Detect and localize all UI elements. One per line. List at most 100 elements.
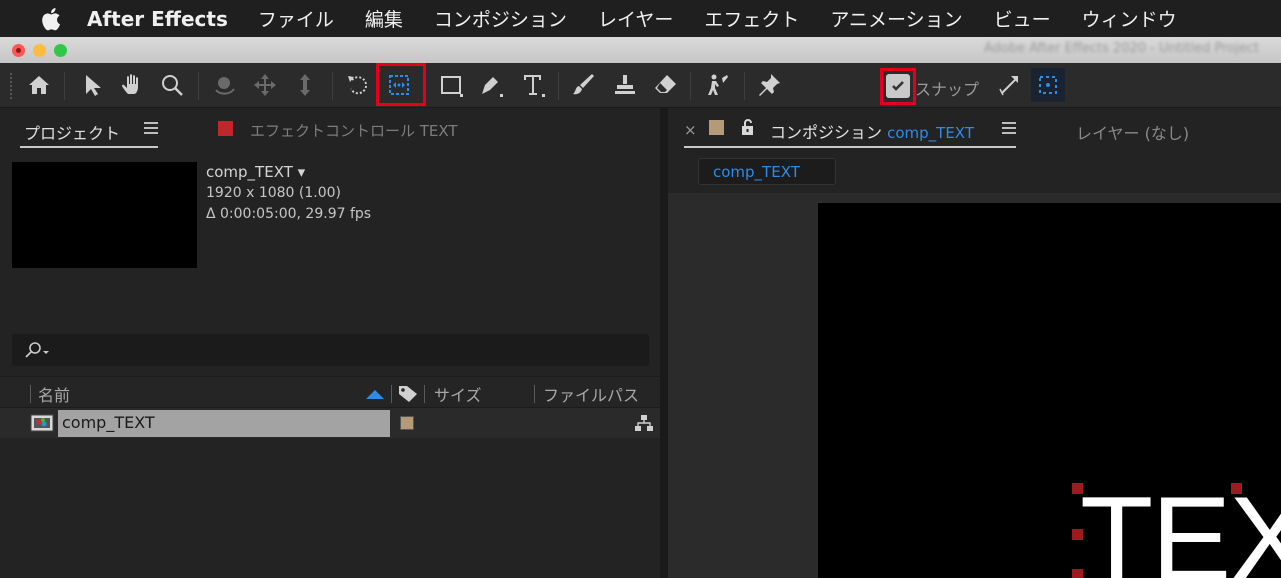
toolbar-divider	[332, 72, 333, 100]
tab-layer[interactable]: レイヤー (なし)	[1076, 120, 1189, 144]
toolbar-divider	[198, 72, 199, 100]
comp-panel-menu-icon[interactable]	[1002, 122, 1016, 134]
arrow-pointer-icon	[86, 75, 101, 96]
toolbar-divider	[744, 72, 745, 100]
menu-layer[interactable]: レイヤー	[598, 5, 673, 32]
apple-logo-icon[interactable]	[35, 6, 65, 32]
pushpin-icon	[759, 74, 780, 96]
selection-tool[interactable]	[75, 68, 109, 102]
comp-info-name[interactable]: comp_TEXT ▾	[206, 162, 371, 183]
column-separator[interactable]	[534, 385, 535, 403]
comp-info-resolution: 1920 x 1080 (1.00)	[206, 185, 341, 201]
active-tab-underline	[20, 146, 158, 148]
rotation-tool[interactable]	[341, 68, 375, 102]
project-panel-menu-icon[interactable]	[144, 122, 158, 134]
minimize-window-button[interactable]	[33, 43, 46, 57]
zoom-tool[interactable]	[155, 68, 189, 102]
comp-info: comp_TEXT ▾ 1920 x 1080 (1.00) Δ 0:00:05…	[206, 162, 371, 225]
menu-edit[interactable]: 編集	[365, 5, 403, 32]
window-title: Adobe After Effects 2020 - Untitled Proj…	[984, 41, 1259, 56]
move-arrows-icon	[254, 74, 276, 96]
home-tool[interactable]	[22, 68, 56, 102]
hand-tool[interactable]	[115, 68, 149, 102]
item-name: comp_TEXT	[62, 413, 155, 432]
close-window-button[interactable]	[12, 43, 25, 57]
column-separator[interactable]	[391, 385, 392, 403]
snap-options-tool[interactable]	[993, 68, 1027, 102]
clone-stamp-tool[interactable]	[608, 68, 642, 102]
menu-composition[interactable]: コンポジション	[434, 5, 567, 32]
magnifier-icon	[162, 75, 183, 96]
project-search-input[interactable]	[12, 334, 649, 366]
column-size[interactable]: サイズ	[434, 382, 482, 406]
snap-features-tool[interactable]	[1031, 68, 1065, 102]
stamp-icon	[615, 75, 635, 94]
composition-panel: × コンポジション comp_TEXT レイヤー (なし) comp_TEXT …	[668, 108, 1281, 578]
active-tab-underline	[684, 146, 1016, 148]
dolly-camera-tool[interactable]	[288, 68, 322, 102]
layer-bounding-handle[interactable]	[1072, 529, 1083, 540]
type-tool[interactable]	[516, 68, 550, 102]
toolbar-grip[interactable]	[10, 73, 12, 99]
comp-label-color	[709, 120, 724, 135]
sort-ascending-icon[interactable]	[366, 390, 384, 399]
close-tab-icon[interactable]: ×	[684, 121, 697, 139]
eraser-icon	[655, 75, 676, 93]
highlight-snap-checkbox	[880, 68, 916, 105]
puppet-pin-tool[interactable]	[752, 68, 786, 102]
unlock-icon[interactable]	[740, 118, 756, 136]
label-tag-icon[interactable]	[398, 385, 418, 403]
tab-composition-name: comp_TEXT	[887, 124, 974, 142]
hand-icon	[122, 74, 138, 94]
tab-project[interactable]: プロジェクト	[24, 120, 120, 144]
brush-tool[interactable]	[566, 68, 600, 102]
tools-toolbar	[0, 63, 1281, 108]
layer-bounding-handle[interactable]	[1072, 483, 1083, 494]
rectangle-tool[interactable]	[434, 68, 468, 102]
toolbar-divider	[558, 72, 559, 100]
column-file-path[interactable]: ファイルパス	[543, 382, 639, 406]
roto-brush-tool[interactable]	[700, 68, 734, 102]
layer-bounding-handle[interactable]	[1072, 569, 1083, 578]
menu-effect[interactable]: エフェクト	[704, 5, 799, 32]
highlight-anchor-point-tool	[376, 63, 426, 106]
app-name-menu[interactable]: After Effects	[87, 7, 228, 31]
menu-view[interactable]: ビュー	[994, 5, 1051, 32]
search-icon	[25, 342, 49, 358]
project-item-row[interactable]: comp_TEXT	[0, 408, 660, 438]
column-separator[interactable]	[424, 385, 425, 403]
comp-thumbnail	[12, 162, 197, 268]
effect-controls-color-icon	[218, 121, 233, 136]
pen-tool[interactable]	[474, 68, 508, 102]
zoom-window-button[interactable]	[54, 43, 67, 57]
tab-effect-controls[interactable]: エフェクトコントロール TEXT	[250, 120, 458, 141]
flowchart-icon[interactable]	[634, 414, 654, 432]
orbit-camera-icon	[215, 77, 235, 95]
tab-composition-label: コンポジション	[770, 123, 883, 142]
column-name[interactable]: 名前	[38, 382, 70, 406]
menu-window[interactable]: ウィンドウ	[1082, 5, 1177, 32]
project-panel: プロジェクト エフェクトコントロール TEXT comp_TEXT ▾ 1920…	[0, 108, 660, 578]
home-icon	[29, 76, 49, 94]
snap-frame-icon	[1039, 76, 1057, 94]
comp-sub-tab[interactable]: comp_TEXT	[698, 158, 836, 185]
vertical-arrows-icon	[300, 74, 310, 96]
tab-composition[interactable]: コンポジション comp_TEXT	[770, 119, 974, 143]
orbit-camera-tool[interactable]	[208, 68, 242, 102]
composition-canvas[interactable]: TEX	[818, 203, 1281, 578]
roto-brush-icon	[708, 74, 728, 95]
layer-bounding-handle[interactable]	[1231, 483, 1242, 494]
snap-arrow-icon	[999, 76, 1018, 96]
column-separator[interactable]	[30, 385, 31, 403]
item-label-color[interactable]	[400, 416, 414, 430]
eraser-tool[interactable]	[648, 68, 682, 102]
menu-file[interactable]: ファイル	[258, 5, 334, 32]
menu-animation[interactable]: アニメーション	[830, 5, 962, 32]
window-title-bar: Adobe After Effects 2020 - Untitled Proj…	[0, 37, 1281, 63]
pan-camera-tool[interactable]	[248, 68, 282, 102]
canvas-text-layer[interactable]: TEX	[1080, 479, 1281, 578]
panel-splitter[interactable]	[660, 108, 668, 578]
brush-icon	[573, 74, 594, 95]
text-t-icon	[524, 75, 545, 97]
composition-viewer[interactable]: TEX	[668, 193, 1281, 578]
